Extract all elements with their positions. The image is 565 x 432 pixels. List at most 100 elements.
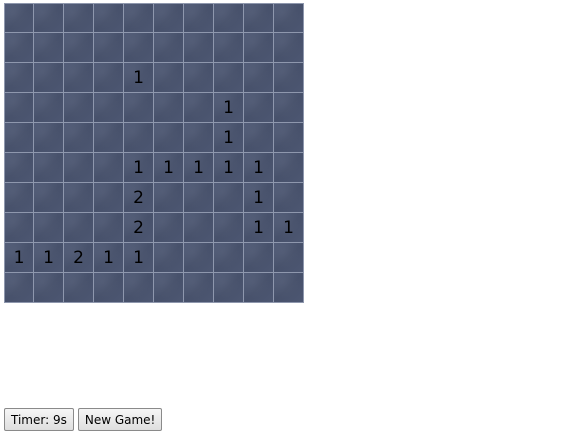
board-cell[interactable]: [274, 33, 304, 63]
board-cell[interactable]: 1: [184, 153, 214, 183]
board-cell[interactable]: 2: [64, 243, 94, 273]
board-cell[interactable]: [4, 273, 34, 303]
board-cell[interactable]: 1: [34, 243, 64, 273]
board-cell[interactable]: [124, 33, 154, 63]
board-cell[interactable]: [64, 123, 94, 153]
board-cell[interactable]: [64, 93, 94, 123]
board-cell[interactable]: [34, 153, 64, 183]
board-cell[interactable]: [34, 63, 64, 93]
board-cell[interactable]: [34, 123, 64, 153]
board-cell[interactable]: [184, 273, 214, 303]
board-cell[interactable]: [94, 183, 124, 213]
board-cell[interactable]: [184, 213, 214, 243]
board-cell[interactable]: [274, 153, 304, 183]
board-cell[interactable]: [94, 3, 124, 33]
board-cell[interactable]: 2: [124, 183, 154, 213]
board-cell[interactable]: [154, 33, 184, 63]
board-cell[interactable]: [274, 3, 304, 33]
board-cell[interactable]: [124, 123, 154, 153]
board-cell[interactable]: 1: [154, 153, 184, 183]
board-cell[interactable]: [274, 183, 304, 213]
board-cell[interactable]: [124, 93, 154, 123]
board-cell[interactable]: [244, 243, 274, 273]
board-cell[interactable]: [274, 93, 304, 123]
board-cell[interactable]: [4, 213, 34, 243]
board-cell[interactable]: [64, 213, 94, 243]
board-cell[interactable]: [274, 273, 304, 303]
board-cell[interactable]: 1: [274, 213, 304, 243]
board-cell[interactable]: [94, 123, 124, 153]
board-cell[interactable]: [244, 273, 274, 303]
board-cell[interactable]: [244, 3, 274, 33]
board-cell[interactable]: [214, 213, 244, 243]
board-cell[interactable]: 1: [124, 153, 154, 183]
board-cell[interactable]: [64, 33, 94, 63]
board-cell[interactable]: 1: [244, 183, 274, 213]
board-cell[interactable]: [94, 33, 124, 63]
board-cell[interactable]: [184, 3, 214, 33]
board-cell[interactable]: [214, 243, 244, 273]
board-cell[interactable]: 1: [214, 93, 244, 123]
board-cell[interactable]: [4, 123, 34, 153]
board-cell[interactable]: [214, 33, 244, 63]
board-cell[interactable]: [214, 63, 244, 93]
board-cell[interactable]: [64, 63, 94, 93]
board-cell[interactable]: 1: [124, 63, 154, 93]
board-cell[interactable]: [154, 183, 184, 213]
board-cell[interactable]: [94, 213, 124, 243]
board-cell[interactable]: [34, 93, 64, 123]
board-cell[interactable]: [184, 63, 214, 93]
board-cell[interactable]: [4, 153, 34, 183]
board-cell[interactable]: [4, 183, 34, 213]
board-cell[interactable]: [154, 243, 184, 273]
board-cell[interactable]: [94, 153, 124, 183]
board-cell[interactable]: 1: [94, 243, 124, 273]
board-cell[interactable]: [4, 63, 34, 93]
board-cell[interactable]: [64, 273, 94, 303]
board-cell[interactable]: [184, 243, 214, 273]
board-cell[interactable]: [64, 153, 94, 183]
board-cell[interactable]: [154, 3, 184, 33]
board-cell[interactable]: 2: [124, 213, 154, 243]
board-cell[interactable]: [274, 63, 304, 93]
board-cell[interactable]: [64, 183, 94, 213]
board-cell[interactable]: [4, 3, 34, 33]
board-cell[interactable]: [4, 93, 34, 123]
board-cell[interactable]: [184, 183, 214, 213]
board-cell[interactable]: [244, 63, 274, 93]
board-cell[interactable]: [34, 183, 64, 213]
board-cell[interactable]: [244, 123, 274, 153]
board-cell[interactable]: [214, 273, 244, 303]
board-cell[interactable]: 1: [124, 243, 154, 273]
board-cell[interactable]: [4, 33, 34, 63]
board-cell[interactable]: [64, 3, 94, 33]
board-cell[interactable]: [244, 93, 274, 123]
board-cell[interactable]: [94, 93, 124, 123]
board-cell[interactable]: 1: [244, 153, 274, 183]
board-cell[interactable]: 1: [214, 153, 244, 183]
board-cell[interactable]: [184, 93, 214, 123]
board-cell[interactable]: [244, 33, 274, 63]
board-cell[interactable]: [154, 213, 184, 243]
board-cell[interactable]: 1: [4, 243, 34, 273]
board-cell[interactable]: [124, 273, 154, 303]
new-game-button[interactable]: New Game!: [77, 408, 163, 431]
board-cell[interactable]: [34, 33, 64, 63]
board-cell[interactable]: [34, 273, 64, 303]
board-cell[interactable]: [274, 243, 304, 273]
board-cell[interactable]: [214, 183, 244, 213]
board-cell[interactable]: [94, 273, 124, 303]
board-cell[interactable]: [154, 273, 184, 303]
board-cell[interactable]: [214, 3, 244, 33]
board-cell[interactable]: [154, 93, 184, 123]
board-cell[interactable]: [274, 123, 304, 153]
board-cell[interactable]: [184, 33, 214, 63]
board-cell[interactable]: [34, 213, 64, 243]
board-cell[interactable]: 1: [244, 213, 274, 243]
board-cell[interactable]: [184, 123, 214, 153]
timer-button[interactable]: Timer: 9s: [4, 408, 74, 431]
board-cell[interactable]: [94, 63, 124, 93]
board-cell[interactable]: 1: [214, 123, 244, 153]
board-cell[interactable]: [124, 3, 154, 33]
board-cell[interactable]: [154, 63, 184, 93]
